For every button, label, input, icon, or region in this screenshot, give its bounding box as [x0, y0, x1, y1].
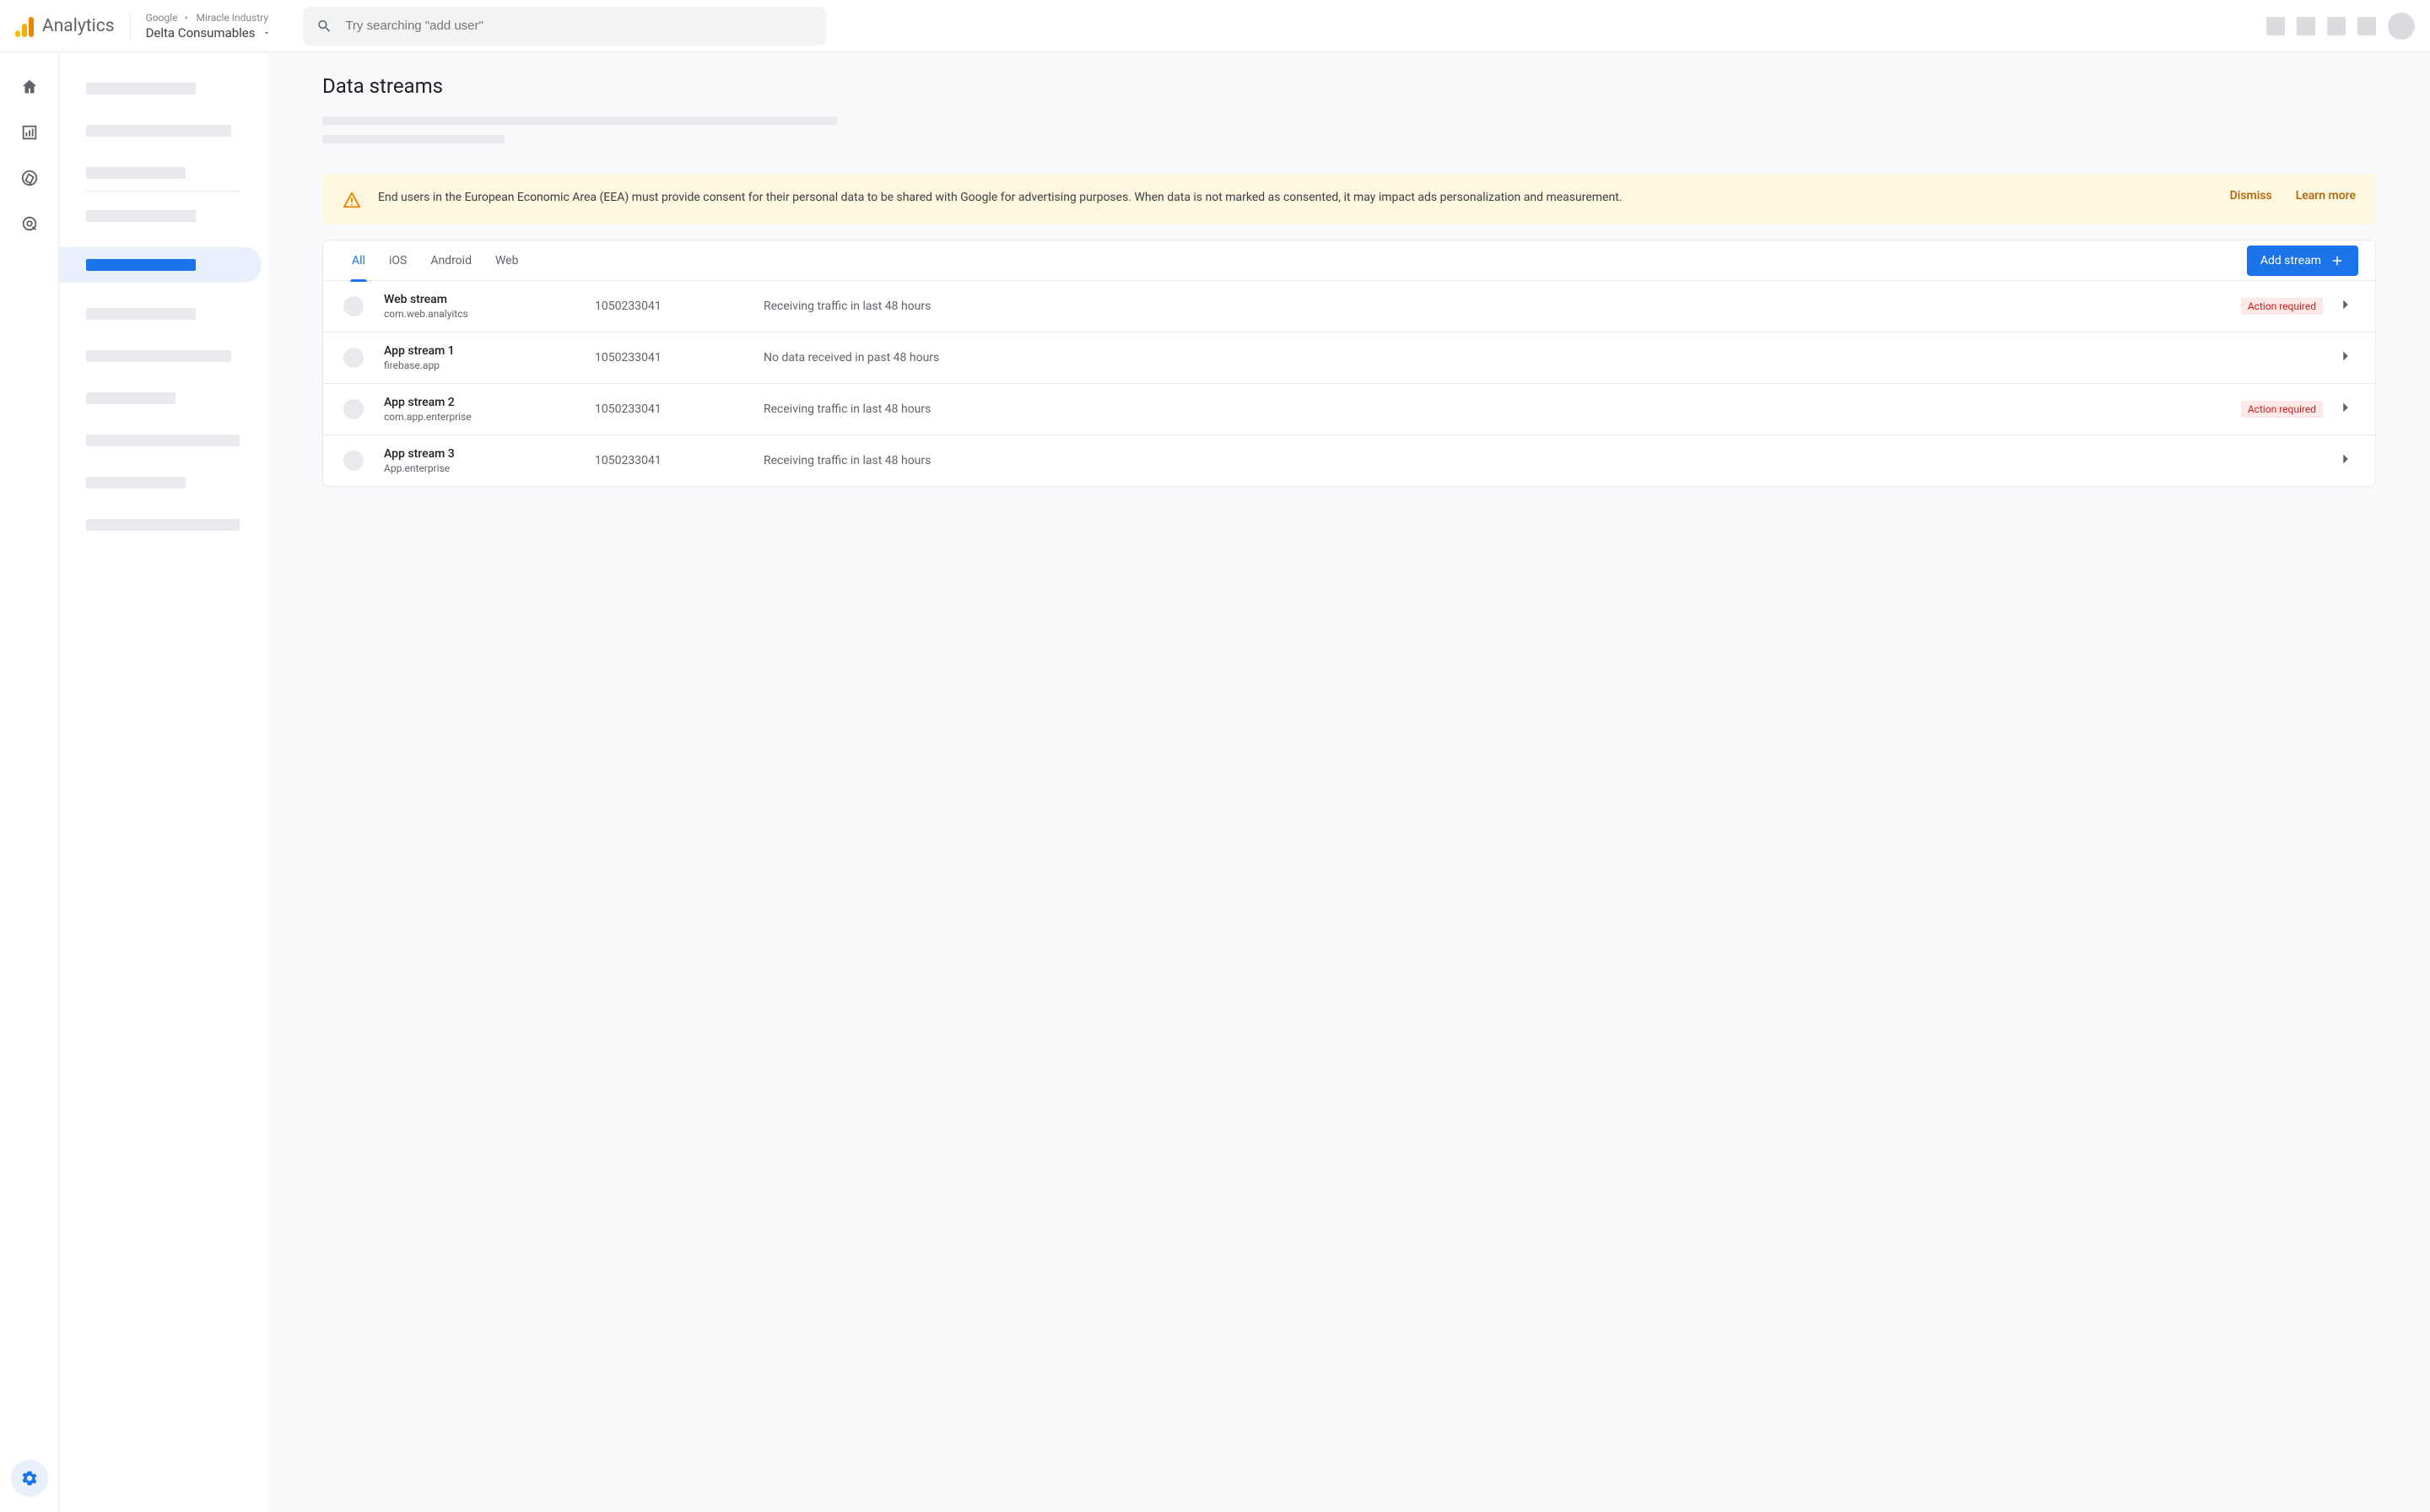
open-stream-chevron[interactable]	[2336, 398, 2355, 420]
main-content: Data streams End users in the European E…	[268, 52, 2430, 1512]
search-icon	[316, 18, 332, 35]
reports-icon[interactable]	[20, 123, 39, 142]
streams-list: Web stream com.web.analyitcs 1050233041 …	[323, 281, 2375, 486]
nav-placeholder[interactable]	[59, 514, 268, 536]
consent-banner: End users in the European Economic Area …	[322, 174, 2376, 224]
stream-id: 1050233041	[595, 351, 764, 364]
stream-identifier: com.app.enterprise	[384, 411, 595, 423]
nav-placeholder[interactable]	[59, 78, 268, 100]
chevron-right-icon	[2336, 398, 2355, 417]
advertising-icon[interactable]	[20, 214, 39, 233]
home-icon[interactable]	[20, 78, 39, 96]
tab-ios[interactable]: iOS	[377, 240, 418, 281]
breadcrumb-account: Miracle Industry	[196, 12, 268, 24]
gear-icon	[20, 1469, 39, 1488]
nav-placeholder[interactable]	[59, 387, 268, 409]
search-wrap	[303, 7, 826, 46]
dismiss-link[interactable]: Dismiss	[2230, 189, 2272, 202]
stream-status: Receiving traffic in last 48 hours	[764, 454, 2241, 467]
header-action-placeholder[interactable]	[2357, 17, 2376, 35]
tab-android[interactable]: Android	[418, 240, 483, 281]
action-required-tag: Action required	[2241, 298, 2323, 315]
stream-type-icon	[343, 399, 364, 419]
admin-button[interactable]	[11, 1460, 48, 1497]
nav-placeholder[interactable]	[59, 472, 268, 494]
chevron-right-icon	[2336, 347, 2355, 365]
page-title: Data streams	[322, 74, 2376, 98]
stream-id: 1050233041	[595, 300, 764, 313]
tab-web[interactable]: Web	[483, 240, 531, 281]
open-stream-chevron[interactable]	[2336, 450, 2355, 472]
header-divider	[130, 12, 131, 40]
chevron-right-icon	[2336, 450, 2355, 468]
nav-item-active[interactable]	[59, 247, 262, 283]
banner-text: End users in the European Economic Area …	[378, 189, 2213, 207]
open-stream-chevron[interactable]	[2336, 295, 2355, 317]
nav-placeholder[interactable]	[59, 429, 268, 451]
stream-identifier: com.web.analyitcs	[384, 308, 595, 320]
chevron-right-icon	[2336, 295, 2355, 314]
app-header: Analytics Google Miracle Industry Delta …	[0, 0, 2430, 52]
stream-row[interactable]: Web stream com.web.analyitcs 1050233041 …	[323, 281, 2375, 332]
nav-placeholder[interactable]	[59, 303, 268, 325]
header-actions	[2266, 13, 2415, 40]
admin-side-nav	[59, 52, 268, 1512]
stream-status: Receiving traffic in last 48 hours	[764, 300, 2241, 313]
stream-id: 1050233041	[595, 454, 764, 467]
subtitle-placeholder	[322, 116, 837, 125]
add-stream-button[interactable]: Add stream	[2247, 246, 2358, 276]
stream-identifier: firebase.app	[384, 359, 595, 371]
stream-type-icon	[343, 296, 364, 316]
data-streams-card: All iOS Android Web Add stream Web strea…	[322, 240, 2376, 487]
stream-name: App stream 3	[384, 447, 595, 461]
chevron-right-icon	[182, 14, 191, 22]
plus-icon	[2330, 253, 2345, 268]
stream-name: Web stream	[384, 293, 595, 306]
add-stream-label: Add stream	[2260, 254, 2321, 267]
breadcrumb: Google Miracle Industry	[146, 12, 271, 24]
nav-divider	[86, 191, 241, 192]
search-field[interactable]	[303, 7, 826, 46]
product-logo-block: Analytics	[15, 15, 115, 37]
header-action-placeholder[interactable]	[2266, 17, 2285, 35]
stream-name: App stream 2	[384, 396, 595, 409]
open-stream-chevron[interactable]	[2336, 347, 2355, 369]
stream-id: 1050233041	[595, 402, 764, 416]
avatar[interactable]	[2388, 13, 2415, 40]
action-required-tag: Action required	[2241, 401, 2323, 418]
header-action-placeholder[interactable]	[2297, 17, 2315, 35]
analytics-logo-icon	[15, 15, 34, 37]
nav-placeholder[interactable]	[59, 162, 268, 184]
stream-type-icon	[343, 348, 364, 368]
header-action-placeholder[interactable]	[2327, 17, 2346, 35]
nav-rail	[0, 52, 59, 1512]
caret-down-icon	[262, 29, 271, 37]
product-name: Analytics	[42, 16, 115, 36]
stream-row[interactable]: App stream 2 com.app.enterprise 10502330…	[323, 384, 2375, 435]
stream-status: Receiving traffic in last 48 hours	[764, 402, 2241, 416]
learn-more-link[interactable]: Learn more	[2296, 189, 2356, 202]
subtitle-placeholder	[322, 135, 505, 143]
nav-placeholder[interactable]	[59, 205, 268, 227]
stream-name: App stream 1	[384, 344, 595, 358]
tab-all[interactable]: All	[340, 240, 377, 281]
explore-icon[interactable]	[20, 169, 39, 187]
search-input[interactable]	[345, 19, 812, 33]
stream-type-icon	[343, 451, 364, 471]
property-selector[interactable]: Delta Consumables	[146, 25, 271, 40]
warning-icon	[343, 191, 361, 209]
breadcrumb-org: Google	[146, 12, 178, 24]
stream-identifier: App.enterprise	[384, 462, 595, 474]
stream-row[interactable]: App stream 1 firebase.app 1050233041 No …	[323, 332, 2375, 384]
nav-placeholder[interactable]	[59, 120, 268, 142]
property-name: Delta Consumables	[146, 25, 256, 40]
nav-placeholder[interactable]	[59, 345, 268, 367]
stream-status: No data received in past 48 hours	[764, 351, 2241, 364]
stream-tabs: All iOS Android Web Add stream	[323, 240, 2375, 281]
property-picker[interactable]: Google Miracle Industry Delta Consumable…	[146, 12, 271, 40]
stream-row[interactable]: App stream 3 App.enterprise 1050233041 R…	[323, 435, 2375, 486]
